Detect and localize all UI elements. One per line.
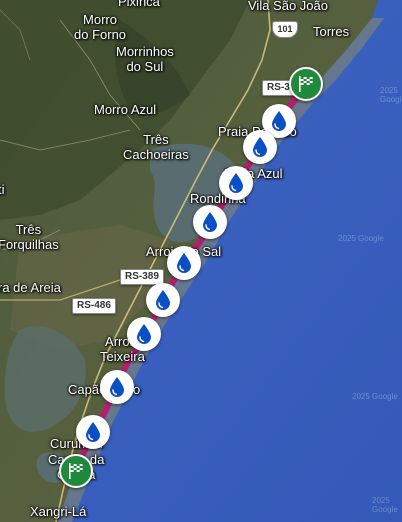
water-drop-icon — [137, 324, 151, 344]
water-drop-marker-7[interactable] — [127, 317, 161, 351]
water-drop-icon — [253, 137, 267, 157]
watermark-4: 2025 Google — [372, 496, 398, 514]
map-canvas[interactable]: 2025 Google 2025 Google 2025 Google 2025… — [0, 0, 402, 522]
place-terra-de-areia: ra de Areia — [0, 280, 61, 295]
water-drop-marker-8[interactable] — [100, 370, 134, 404]
watermark-3: 2025 Google — [352, 392, 398, 401]
water-drop-icon — [229, 173, 243, 193]
checkered-flag-icon — [299, 76, 313, 92]
place-torres: Torres — [313, 24, 350, 39]
water-drop-marker-6[interactable] — [146, 283, 180, 317]
place-tres-cachoeiras: Três Cachoeiras — [123, 132, 189, 162]
water-drop-icon — [203, 212, 217, 232]
place-edge-ti: ti — [0, 182, 5, 197]
water-drop-marker-4[interactable] — [193, 205, 227, 239]
place-morro-azul: Morro Azul — [94, 102, 157, 117]
road-shield-br101: 101 — [272, 21, 298, 38]
water-drop-icon — [272, 111, 286, 131]
water-drop-icon — [156, 290, 170, 310]
place-tres-forquilhas: Três Forquilhas — [0, 222, 59, 252]
watermark-1: 2025 Google — [380, 86, 402, 104]
place-xangri-la: Xangri-Lá — [30, 504, 87, 519]
water-drop-icon — [110, 377, 124, 397]
checkered-flag-icon — [69, 463, 83, 479]
route-start-flag[interactable] — [289, 67, 323, 101]
water-drop-marker-3[interactable] — [219, 166, 253, 200]
road-shield-rs389-mid: RS-389 — [120, 269, 164, 285]
route-end-flag[interactable] — [59, 454, 93, 488]
watermark-2: 2025 Google — [338, 234, 384, 243]
water-drop-icon — [177, 253, 191, 273]
place-morrinhos-do-sul: Morrinhos do Sul — [116, 44, 174, 74]
place-vila-sao-joao: Vila São João — [248, 0, 328, 13]
place-morro-do-forno: Morro do Forno — [74, 12, 127, 42]
water-drop-marker-9[interactable] — [76, 415, 110, 449]
water-drop-icon — [86, 422, 100, 442]
water-drop-marker-5[interactable] — [167, 246, 201, 280]
road-shield-rs486: RS-486 — [72, 298, 116, 314]
water-drop-marker-2[interactable] — [243, 130, 277, 164]
place-pixinca: Pixinca — [118, 0, 160, 9]
